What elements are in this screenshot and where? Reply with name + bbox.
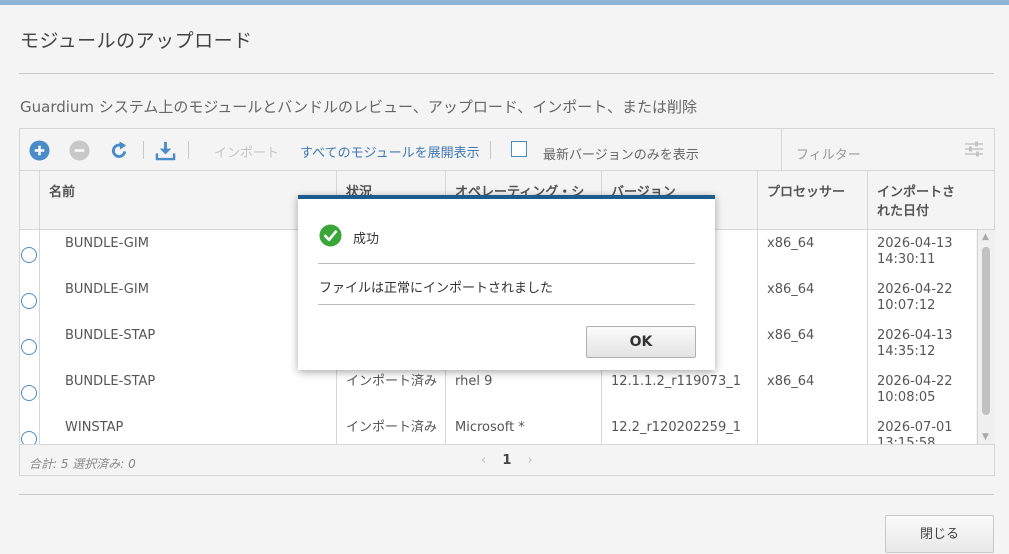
success-dialog: 成功 ファイルは正常にインポートされました OK xyxy=(298,195,715,370)
table-footer: 合計: 5 選択済み: 0 ‹ 1 › xyxy=(20,444,994,476)
title-divider xyxy=(19,73,994,74)
import-date: 2026-04-22 xyxy=(877,374,953,389)
footer-divider xyxy=(19,494,994,495)
column-header-name[interactable]: 名前 xyxy=(39,171,336,229)
cell-import-date: 2026-04-13 14:35:12 xyxy=(867,322,976,368)
import-time: 14:35:12 xyxy=(877,344,936,359)
cell-name: BUNDLE-GIM xyxy=(39,230,336,276)
toolbar-separator xyxy=(188,141,189,159)
toolbar: インポート すべてのモジュールを展開表示 最新バージョンのみを表示 フィルター xyxy=(20,129,994,171)
import-date: 2026-04-22 xyxy=(877,282,953,297)
scroll-up-arrow-icon[interactable]: ▲ xyxy=(982,232,989,242)
table-row[interactable]: BUNDLE-STAP インポート済み rhel 9 12.1.1.2_r119… xyxy=(20,368,976,415)
toolbar-separator xyxy=(490,141,491,159)
top-accent-bar xyxy=(0,0,1009,5)
column-header-processor[interactable]: プロセッサー xyxy=(757,171,867,229)
cell-processor: x86_64 xyxy=(757,276,867,322)
filter-placeholder: フィルター xyxy=(796,148,861,163)
cell-name: BUNDLE-STAP xyxy=(39,368,336,414)
table-row[interactable]: WINSTAP インポート済み Microsoft * 12.2_r120202… xyxy=(20,414,976,444)
scroll-down-arrow-icon[interactable]: ▼ xyxy=(982,432,989,442)
cell-version: 12.2_r120202259_1 xyxy=(601,414,757,444)
cell-status: インポート済み xyxy=(336,368,445,414)
cell-processor: x86_64 xyxy=(757,322,867,368)
filter-icon[interactable] xyxy=(964,140,984,158)
cell-version: 12.1.1.2_r119073_1 xyxy=(601,368,757,414)
import-time: 10:08:05 xyxy=(877,390,936,405)
selection-summary: 合計: 5 選択済み: 0 xyxy=(29,457,136,471)
cell-import-date: 2026-04-22 10:08:05 xyxy=(867,368,976,414)
page-number[interactable]: 1 xyxy=(502,453,511,468)
import-date: 2026-04-13 xyxy=(877,236,953,251)
cell-processor: x86_64 xyxy=(757,230,867,276)
row-select-radio[interactable] xyxy=(21,293,37,309)
table-scrollbar[interactable]: ▲ ▼ xyxy=(977,230,995,444)
row-select-radio[interactable] xyxy=(21,247,37,263)
column-header-import-date[interactable]: インポートされた日付 xyxy=(867,171,976,229)
refresh-icon[interactable] xyxy=(109,140,130,161)
import-time: 14:30:11 xyxy=(877,252,936,267)
cell-import-date: 2026-04-22 10:07:12 xyxy=(867,276,976,322)
download-icon[interactable] xyxy=(155,140,176,161)
row-select-radio[interactable] xyxy=(21,339,37,355)
import-date: 2026-07-01 xyxy=(877,420,953,435)
remove-icon[interactable] xyxy=(69,140,90,161)
latest-only-checkbox[interactable] xyxy=(511,141,527,157)
cell-processor: x86_64 xyxy=(757,368,867,414)
import-date: 2026-04-13 xyxy=(877,328,953,343)
cell-os: Microsoft * xyxy=(445,414,601,444)
dialog-divider xyxy=(318,263,695,264)
page-description: Guardium システム上のモジュールとバンドルのレビュー、アップロード、イン… xyxy=(20,98,698,116)
dialog-title: 成功 xyxy=(353,232,380,247)
import-time: 13:15:58 xyxy=(877,436,936,444)
pagination: ‹ 1 › xyxy=(475,453,539,468)
ok-button[interactable]: OK xyxy=(586,326,696,358)
dialog-message: ファイルは正常にインポートされました xyxy=(319,281,554,296)
scrollbar-thumb[interactable] xyxy=(982,247,990,415)
import-button[interactable]: インポート xyxy=(214,142,279,161)
import-time: 10:07:12 xyxy=(877,298,936,313)
latest-only-label: 最新バージョンのみを表示 xyxy=(543,148,699,163)
cell-processor xyxy=(757,414,867,444)
add-icon[interactable] xyxy=(29,140,50,161)
prev-page-icon[interactable]: ‹ xyxy=(481,453,486,468)
cell-name: BUNDLE-STAP xyxy=(39,322,336,368)
expand-all-link[interactable]: すべてのモジュールを展開表示 xyxy=(300,142,480,161)
cell-os: rhel 9 xyxy=(445,368,601,414)
cell-import-date: 2026-07-01 13:15:58 xyxy=(867,414,976,444)
page-title: モジュールのアップロード xyxy=(20,30,253,52)
close-button[interactable]: 閉じる xyxy=(885,515,994,553)
dialog-divider xyxy=(318,304,695,305)
cell-status: インポート済み xyxy=(336,414,445,444)
row-select-radio[interactable] xyxy=(21,385,37,401)
filter-field[interactable]: フィルター xyxy=(781,129,994,170)
toolbar-separator xyxy=(143,141,144,159)
row-select-radio[interactable] xyxy=(21,431,37,444)
cell-name: WINSTAP xyxy=(39,414,336,444)
cell-import-date: 2026-04-13 14:30:11 xyxy=(867,230,976,276)
next-page-icon[interactable]: › xyxy=(528,453,533,468)
success-check-icon xyxy=(319,224,342,247)
cell-name: BUNDLE-GIM xyxy=(39,276,336,322)
